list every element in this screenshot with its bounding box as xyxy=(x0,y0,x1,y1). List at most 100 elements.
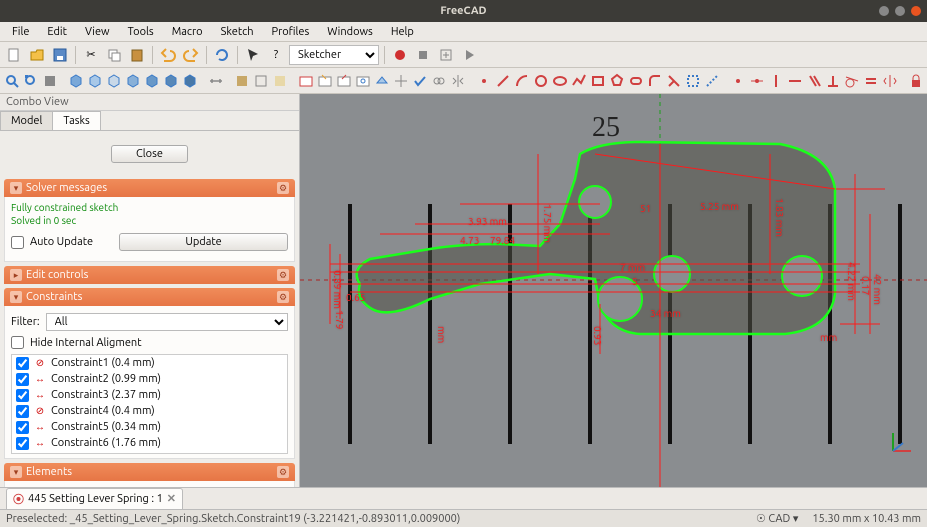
constraint-row[interactable]: ↔Constraint6 (1.76 mm) xyxy=(12,435,287,451)
constraint-horizontal-icon[interactable] xyxy=(787,71,803,91)
edit-sketch-icon[interactable] xyxy=(317,71,333,91)
right-view-icon[interactable] xyxy=(125,71,141,91)
dimension-label[interactable]: 0.93 xyxy=(592,326,603,345)
map-sketch-icon[interactable] xyxy=(374,71,390,91)
refresh-icon[interactable] xyxy=(212,45,232,65)
rear-view-icon[interactable] xyxy=(144,71,160,91)
sketch-slot-icon[interactable] xyxy=(628,71,644,91)
dimension-label[interactable]: 1.83 mm xyxy=(774,198,785,237)
new-icon[interactable] xyxy=(4,45,24,65)
constraint-checkbox[interactable] xyxy=(16,373,29,386)
tab-tasks[interactable]: Tasks xyxy=(52,111,100,130)
collapse-icon[interactable]: ▾ xyxy=(10,182,22,194)
tab-model[interactable]: Model xyxy=(0,111,53,130)
menu-file[interactable]: File xyxy=(4,24,37,40)
redo-icon[interactable] xyxy=(181,45,201,65)
bottom-view-icon[interactable] xyxy=(163,71,179,91)
constraint-equal-icon[interactable] xyxy=(863,71,879,91)
solver-header[interactable]: ▾ Solver messages ⚙ xyxy=(4,179,295,197)
fit-selection-icon[interactable] xyxy=(23,71,39,91)
constraint-coincident-icon[interactable] xyxy=(730,71,746,91)
sketch-external-icon[interactable] xyxy=(685,71,701,91)
elements-header[interactable]: ▾ Elements ⚙ xyxy=(4,463,295,481)
whatsthis-icon[interactable]: ? xyxy=(266,45,286,65)
sketch-trim-icon[interactable] xyxy=(666,71,682,91)
sketch-polygon-icon[interactable] xyxy=(609,71,625,91)
dimension-label[interactable]: 3.93 mm xyxy=(468,216,507,227)
dimension-label[interactable]: mm xyxy=(820,332,837,343)
cut-icon[interactable]: ✂ xyxy=(81,45,101,65)
fit-all-icon[interactable] xyxy=(4,71,20,91)
constraint-row[interactable]: ↔Constraint5 (0.34 mm) xyxy=(12,419,287,435)
constraint-tangent-icon[interactable] xyxy=(844,71,860,91)
maximize-icon[interactable] xyxy=(895,6,905,16)
menu-tools[interactable]: Tools xyxy=(120,24,162,40)
edit-controls-header[interactable]: ▸ Edit controls ⚙ xyxy=(4,266,295,284)
copy-icon[interactable] xyxy=(104,45,124,65)
cursor-icon[interactable] xyxy=(243,45,263,65)
sketch-construction-icon[interactable] xyxy=(704,71,720,91)
sketch-fillet-icon[interactable] xyxy=(647,71,663,91)
toggle-clip-icon[interactable] xyxy=(253,71,269,91)
sketch-point-icon[interactable] xyxy=(476,71,492,91)
constraint-list[interactable]: ⊘Constraint1 (0.4 mm)↔Constraint2 (0.99 … xyxy=(11,354,288,454)
constraint-checkbox[interactable] xyxy=(16,437,29,450)
section-settings-icon[interactable]: ⚙ xyxy=(277,291,289,303)
reorient-sketch-icon[interactable] xyxy=(393,71,409,91)
constraint-parallel-icon[interactable] xyxy=(806,71,822,91)
constraint-row[interactable]: ↔Constraint2 (0.99 mm) xyxy=(12,371,287,387)
menu-sketch[interactable]: Sketch xyxy=(213,24,262,40)
close-button[interactable]: Close xyxy=(111,145,188,163)
sketch-arc-icon[interactable] xyxy=(514,71,530,91)
dimension-label[interactable]: 51 xyxy=(640,203,651,214)
constraint-checkbox[interactable] xyxy=(16,389,29,402)
document-tab[interactable]: ⦿ 445 Setting Lever Spring : 1 ✕ xyxy=(6,488,183,510)
record-macro-icon[interactable] xyxy=(390,45,410,65)
dimension-label[interactable]: 4.73 xyxy=(460,235,479,246)
menu-windows[interactable]: Windows xyxy=(319,24,381,40)
macros-icon[interactable] xyxy=(436,45,456,65)
draw-style-icon[interactable] xyxy=(42,71,58,91)
dimension-label[interactable]: 5.25 mm xyxy=(700,201,739,212)
part-design-icon[interactable] xyxy=(234,71,250,91)
menu-macro[interactable]: Macro xyxy=(164,24,211,40)
dimension-label[interactable]: 42 mm xyxy=(872,274,883,305)
save-icon[interactable] xyxy=(50,45,70,65)
new-sketch-icon[interactable] xyxy=(298,71,314,91)
auto-update-checkbox[interactable] xyxy=(11,236,24,249)
section-settings-icon[interactable]: ⚙ xyxy=(277,269,289,281)
close-tab-icon[interactable]: ✕ xyxy=(167,492,176,505)
dimension-label[interactable]: 1.79 xyxy=(334,310,345,329)
constraint-row[interactable]: ⊘Constraint1 (0.4 mm) xyxy=(12,355,287,371)
section-settings-icon[interactable]: ⚙ xyxy=(277,182,289,194)
sketch-rect-icon[interactable] xyxy=(590,71,606,91)
leave-sketch-icon[interactable] xyxy=(336,71,352,91)
iso-view-icon[interactable] xyxy=(68,71,84,91)
dimension-label[interactable]: 79.84 xyxy=(490,235,515,246)
menu-profiles[interactable]: Profiles xyxy=(264,24,318,40)
constraint-vertical-icon[interactable] xyxy=(768,71,784,91)
dimension-label[interactable]: 34 mm xyxy=(650,308,681,319)
minimize-icon[interactable] xyxy=(879,6,889,16)
merge-sketch-icon[interactable] xyxy=(431,71,447,91)
dimension-label[interactable]: 7 mm xyxy=(620,262,645,273)
constraint-checkbox[interactable] xyxy=(16,421,29,434)
menu-help[interactable]: Help xyxy=(383,24,422,40)
constraint-checkbox[interactable] xyxy=(16,357,29,370)
sketch-polyline-icon[interactable] xyxy=(571,71,587,91)
dimension-label[interactable]: 5 xyxy=(632,276,638,287)
dimension-label[interactable]: 1.75 mm xyxy=(542,204,553,243)
top-view-icon[interactable] xyxy=(106,71,122,91)
constraints-header[interactable]: ▾ Constraints ⚙ xyxy=(4,288,295,306)
hide-internal-checkbox[interactable] xyxy=(11,336,24,349)
sketch-line-icon[interactable] xyxy=(495,71,511,91)
sketch-circle-icon[interactable] xyxy=(533,71,549,91)
open-icon[interactable] xyxy=(27,45,47,65)
filter-select[interactable]: All xyxy=(46,313,288,331)
front-view-icon[interactable] xyxy=(87,71,103,91)
mirror-sketch-icon[interactable] xyxy=(450,71,466,91)
dimension-label[interactable]: 4.22 mm xyxy=(846,262,857,301)
constraint-row[interactable]: ↔Constraint7 (1.62 mm) xyxy=(12,451,287,454)
measure-distance-icon[interactable] xyxy=(208,71,224,91)
texture-icon[interactable] xyxy=(272,71,288,91)
